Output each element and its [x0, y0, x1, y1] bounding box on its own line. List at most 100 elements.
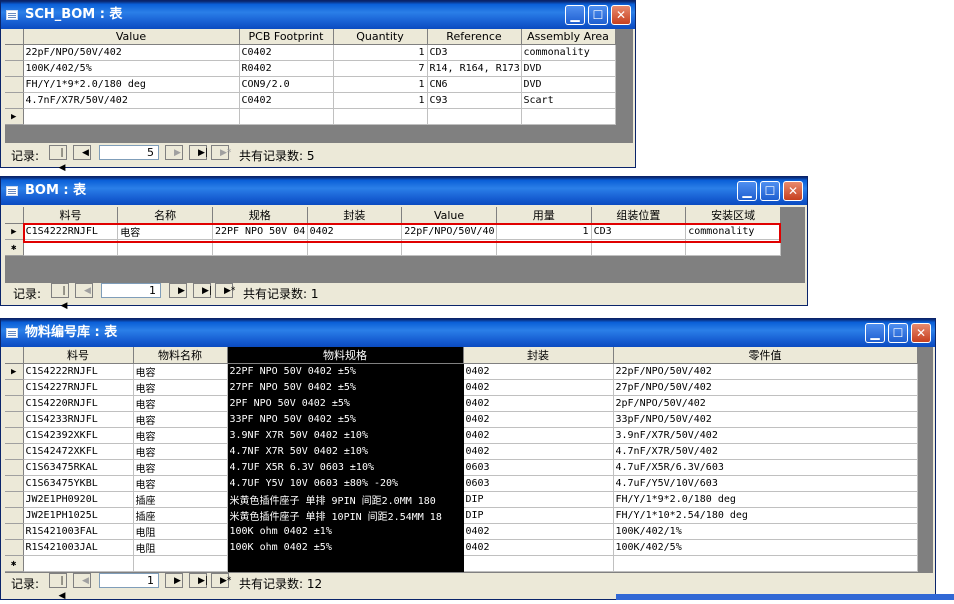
cell-code[interactable]: JW2E1PH0920L [23, 491, 134, 508]
cell-reference[interactable]: CD3 [427, 44, 522, 61]
table-row[interactable]: C1S4233RNJFL 电容 33PF NPO 50V 0402 ±5% 04… [5, 411, 918, 428]
last-record-button[interactable]: ▶| [189, 145, 208, 160]
column-header[interactable]: 规格 [212, 207, 308, 224]
previous-record-button[interactable]: ◀ [73, 145, 91, 160]
cell-code[interactable]: C1S4220RNJFL [23, 395, 134, 412]
row-selector[interactable] [5, 44, 24, 61]
cell-name[interactable]: 电容 [133, 427, 228, 444]
close-button[interactable]: ✕ [611, 5, 631, 25]
cell-part-value[interactable]: 4.7uF/X5R/6.3V/603 [613, 459, 918, 476]
row-selector[interactable]: ✱ [5, 239, 24, 256]
cell-name[interactable]: 电容 [133, 379, 228, 396]
cell-quantity[interactable]: 1 [333, 92, 428, 109]
column-header[interactable]: Assembly Area [521, 29, 616, 45]
cell-part-value[interactable]: 4.7uF/Y5V/10V/603 [613, 475, 918, 492]
empty-cell[interactable] [333, 108, 428, 125]
cell-area[interactable]: commonality [521, 44, 616, 61]
cell-area[interactable]: DVD [521, 76, 616, 93]
cell-code[interactable]: C1S4227RNJFL [23, 379, 134, 396]
row-selector[interactable] [5, 523, 24, 540]
table-row[interactable]: JW2E1PH1025L 插座 米黄色插件座子 单排 10PIN 间距2.54M… [5, 507, 918, 524]
close-button[interactable]: ✕ [783, 181, 803, 201]
column-header[interactable]: 料号 [23, 347, 134, 364]
cell-name[interactable]: 电容 [133, 459, 228, 476]
cell-package[interactable]: 0402 [463, 523, 614, 540]
row-selector[interactable] [5, 379, 24, 396]
table-row[interactable]: 22pF/NPO/50V/402 C0402 1 CD3 commonality [5, 44, 616, 61]
first-record-button[interactable]: |◀ [49, 573, 67, 601]
cell-package[interactable]: 0603 [463, 475, 614, 492]
cell-name[interactable]: 插座 [133, 491, 228, 508]
cell-code[interactable]: C1S4222RNJFL [23, 363, 134, 380]
cell-spec[interactable]: 22PF NPO 50V 0402 ±5% [227, 363, 464, 380]
cell-name[interactable]: 电容 [133, 475, 228, 492]
empty-cell[interactable] [133, 555, 228, 572]
cell-quantity[interactable]: 7 [333, 60, 428, 77]
row-selector[interactable] [5, 475, 24, 492]
table-row[interactable]: C1S4227RNJFL 电容 27PF NPO 50V 0402 ±5% 04… [5, 379, 918, 396]
last-record-button[interactable]: ▶| [189, 573, 208, 588]
cell-value[interactable]: 22pF/NPO/50V/402 [23, 44, 240, 61]
cell-code[interactable]: C1S42392XKFL [23, 427, 134, 444]
cell-area[interactable]: DVD [521, 60, 616, 77]
maximize-button[interactable]: ☐ [588, 5, 608, 25]
cell-package[interactable]: 0402 [463, 395, 614, 412]
new-record-button[interactable]: ▶* [211, 573, 231, 588]
table-row[interactable]: C1S4220RNJFL 电容 2PF NPO 50V 0402 ±5% 040… [5, 395, 918, 412]
cell-value[interactable]: 100K/402/5% [23, 60, 240, 77]
record-number-input[interactable]: 5 [99, 145, 159, 160]
bom-titlebar[interactable]: BOM : 表 ▁ ☐ ✕ [1, 177, 807, 205]
minimize-button[interactable]: ▁ [865, 323, 885, 343]
cell-package[interactable]: 0402 [463, 443, 614, 460]
next-record-button[interactable]: ▶ [165, 145, 183, 160]
empty-cell[interactable] [613, 555, 918, 572]
empty-cell[interactable] [521, 108, 616, 125]
cell-footprint[interactable]: CON9/2.0 [239, 76, 334, 93]
column-header[interactable]: 组装位置 [591, 207, 687, 224]
table-row[interactable]: C1S63475YKBL 电容 4.7UF Y5V 10V 0603 ±80% … [5, 475, 918, 492]
select-all-cell[interactable] [5, 29, 24, 45]
table-row[interactable]: JW2E1PH0920L 插座 米黄色插件座子 单排 9PIN 间距2.0MM … [5, 491, 918, 508]
cell-spec[interactable]: 27PF NPO 50V 0402 ±5% [227, 379, 464, 396]
cell-spec[interactable]: 4.7UF X5R 6.3V 0603 ±10% [227, 459, 464, 476]
row-selector[interactable]: ▶ [5, 108, 24, 125]
row-selector[interactable]: ▶ [5, 363, 24, 380]
cell-code[interactable]: R1S421003FAL [23, 523, 134, 540]
new-record-row[interactable]: ✱ [5, 555, 918, 572]
cell-footprint[interactable]: C0402 [239, 44, 334, 61]
table-row[interactable]: FH/Y/1*9*2.0/180 deg CON9/2.0 1 CN6 DVD [5, 76, 616, 93]
column-header[interactable]: 封装 [463, 347, 614, 364]
close-button[interactable]: ✕ [911, 323, 931, 343]
cell-part-value[interactable]: 27pF/NPO/50V/402 [613, 379, 918, 396]
row-selector[interactable]: ✱ [5, 555, 24, 572]
cell-part-value[interactable]: FH/Y/1*9*2.0/180 deg [613, 491, 918, 508]
cell-name[interactable]: 电容 [133, 363, 228, 380]
row-selector[interactable]: ▶ [5, 223, 24, 240]
column-header[interactable]: Quantity [333, 29, 428, 45]
new-record-row[interactable]: ▶ [5, 108, 616, 125]
table-row[interactable]: C1S42392XKFL 电容 3.9NF X7R 50V 0402 ±10% … [5, 427, 918, 444]
parts-library-datasheet[interactable]: 料号 物料名称 物料规格 封装 零件值 ▶ C1S4222RNJFL 电容 22… [5, 347, 933, 573]
new-record-button[interactable]: ▶* [211, 145, 231, 160]
previous-record-button[interactable]: ◀ [73, 573, 91, 588]
cell-spec[interactable]: 100K ohm 0402 ±5% [227, 539, 464, 556]
row-selector[interactable] [5, 443, 24, 460]
cell-part-value[interactable]: 100K/402/1% [613, 523, 918, 540]
column-header[interactable]: 零件值 [613, 347, 918, 364]
row-selector[interactable] [5, 76, 24, 93]
cell-value[interactable]: 4.7nF/X7R/50V/402 [23, 92, 240, 109]
table-row[interactable]: C1S42472XKFL 电容 4.7NF X7R 50V 0402 ±10% … [5, 443, 918, 460]
cell-area[interactable]: Scart [521, 92, 616, 109]
cell-part-value[interactable]: 22pF/NPO/50V/402 [613, 363, 918, 380]
cell-part-value[interactable]: 2pF/NPO/50V/402 [613, 395, 918, 412]
cell-name[interactable]: 电容 [133, 443, 228, 460]
maximize-button[interactable]: ☐ [760, 181, 780, 201]
column-header[interactable]: Value [401, 207, 497, 224]
cell-spec[interactable]: 33PF NPO 50V 0402 ±5% [227, 411, 464, 428]
row-selector[interactable] [5, 459, 24, 476]
maximize-button[interactable]: ☐ [888, 323, 908, 343]
cell-spec[interactable]: 100K ohm 0402 ±1% [227, 523, 464, 540]
cell-package[interactable]: 0603 [463, 459, 614, 476]
last-record-button[interactable]: ▶| [193, 283, 212, 298]
column-header[interactable]: PCB Footprint [239, 29, 334, 45]
